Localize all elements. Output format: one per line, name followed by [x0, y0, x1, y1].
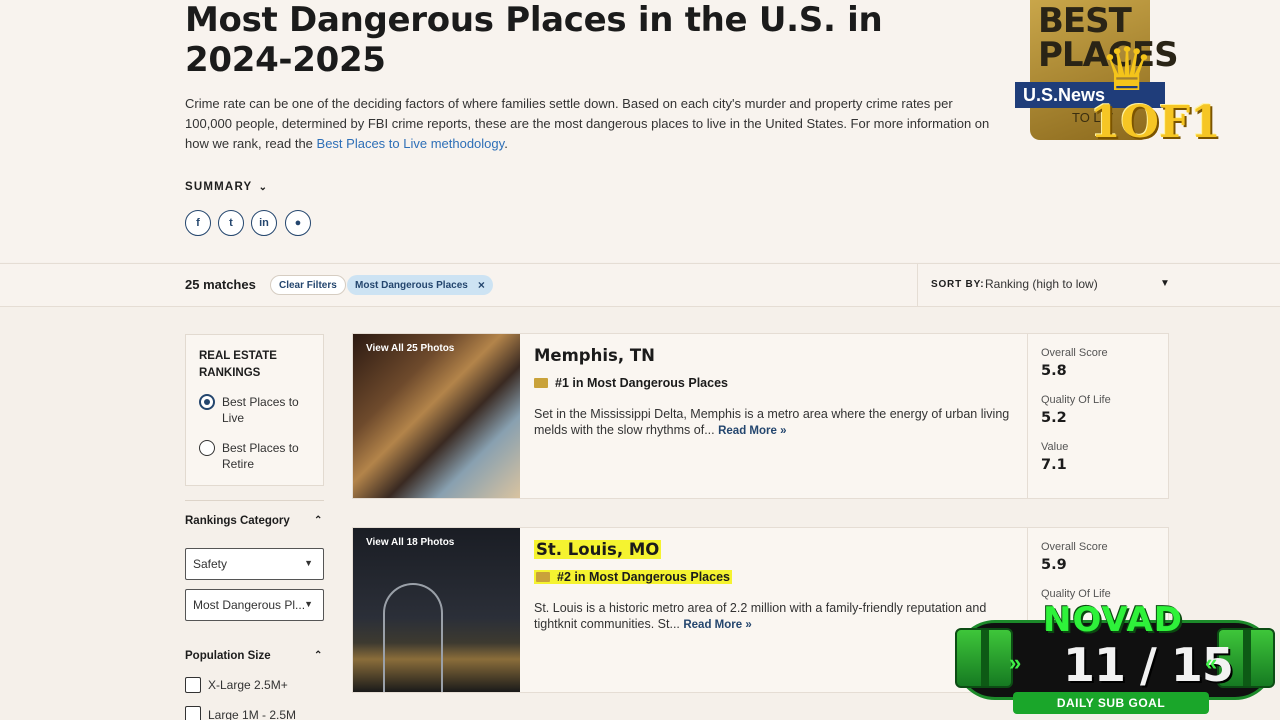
arrow-right-icon: »	[1009, 650, 1022, 675]
crown-icon: ♛	[1100, 36, 1154, 103]
city-card: View All 25 Photos Memphis, TN #1 in Mos…	[352, 333, 1169, 499]
score-label: Quality Of Life	[1041, 394, 1111, 406]
facebook-icon[interactable]: f	[185, 210, 211, 236]
chevron-up-icon[interactable]: ⌃	[314, 515, 322, 526]
radio-best-places-retire[interactable]	[199, 440, 215, 456]
linkedin-icon[interactable]: in	[251, 210, 277, 236]
score-label: Overall Score	[1041, 541, 1108, 553]
clear-filters-button[interactable]: Clear Filters	[270, 275, 346, 295]
score-value: 7.1	[1041, 457, 1067, 473]
active-filter-pill[interactable]: Most Dangerous Places ×	[347, 275, 493, 295]
ranking-badge-icon	[534, 378, 548, 388]
arrow-left-icon: »	[1205, 650, 1218, 675]
score-value: 5.9	[1041, 557, 1067, 573]
city-description: Set in the Mississippi Delta, Memphis is…	[534, 407, 1010, 437]
score-label: Value	[1041, 441, 1069, 453]
view-photos-link[interactable]: View All 25 Photos	[366, 343, 454, 354]
gateway-arch-shape	[383, 583, 443, 692]
intro-paragraph: Crime rate can be one of the deciding fa…	[185, 96, 990, 151]
oneofone-overlay: 1OF1	[1090, 97, 1221, 148]
chevron-down-icon: ⌄	[258, 182, 269, 193]
twitter-icon[interactable]: t	[218, 210, 244, 236]
sort-label: SORT BY:	[931, 279, 985, 290]
sidebar-divider	[185, 500, 324, 501]
gift-icon	[955, 628, 1013, 688]
reddit-icon[interactable]: ●	[285, 210, 311, 236]
rankings-category-title: Rankings Category	[185, 515, 290, 527]
population-size-title: Population Size	[185, 650, 271, 662]
methodology-link[interactable]: Best Places to Live methodology	[317, 136, 505, 151]
score-divider	[1027, 334, 1028, 498]
chevron-up-icon[interactable]: ⌃	[314, 650, 322, 661]
city-rank: #1 in Most Dangerous Places	[534, 376, 728, 390]
ranking-badge-icon	[536, 572, 550, 582]
checkbox-large[interactable]	[185, 706, 201, 720]
sort-divider	[917, 263, 918, 306]
caret-down-icon: ▼	[304, 558, 313, 568]
score-value: 5.8	[1041, 363, 1067, 379]
score-label: Quality Of Life	[1041, 588, 1111, 600]
checkbox-label-large: Large 1M - 2.5M	[208, 708, 297, 720]
sub-goal-label: DAILY SUB GOAL	[1013, 692, 1209, 714]
sub-goal-overlay: NOVAD » 11 / 15 » DAILY SUB GOAL	[955, 600, 1280, 720]
summary-toggle[interactable]: SUMMARY ⌄	[185, 181, 268, 193]
radio-label-live: Best Places to Live	[222, 395, 299, 425]
city-photo[interactable]: View All 18 Photos	[353, 528, 520, 692]
page-title: Most Dangerous Places in the U.S. in 202…	[185, 0, 883, 80]
city-description: St. Louis is a historic metro area of 2.…	[534, 601, 987, 631]
city-name[interactable]: Memphis, TN	[534, 346, 655, 365]
sort-select[interactable]: Ranking (high to low)	[985, 277, 1098, 291]
score-value: 5.2	[1041, 410, 1067, 426]
match-count: 25 matches	[185, 277, 256, 292]
radio-best-places-live[interactable]	[199, 394, 215, 410]
city-name[interactable]: St. Louis, MO	[534, 540, 662, 559]
checkbox-xlarge[interactable]	[185, 677, 201, 693]
category-select[interactable]: Safety ▼	[185, 548, 324, 580]
view-photos-link[interactable]: View All 18 Photos	[366, 537, 454, 548]
rankings-title: REAL ESTATE RANKINGS	[199, 350, 277, 379]
read-more-link[interactable]: Read More »	[718, 425, 786, 437]
caret-down-icon[interactable]: ▼	[1160, 278, 1170, 289]
close-icon[interactable]: ×	[478, 278, 485, 292]
streamer-name: NOVAD	[1043, 600, 1183, 640]
read-more-link[interactable]: Read More »	[683, 619, 751, 631]
radio-label-retire: Best Places to Retire	[222, 441, 299, 471]
checkbox-label-xlarge: X-Large 2.5M+	[208, 678, 288, 692]
score-label: Overall Score	[1041, 347, 1108, 359]
city-rank: #2 in Most Dangerous Places	[534, 570, 732, 584]
subcategory-select[interactable]: Most Dangerous Pl... ▼	[185, 589, 324, 621]
caret-down-icon: ▼	[304, 599, 313, 609]
city-photo[interactable]: View All 25 Photos	[353, 334, 520, 498]
